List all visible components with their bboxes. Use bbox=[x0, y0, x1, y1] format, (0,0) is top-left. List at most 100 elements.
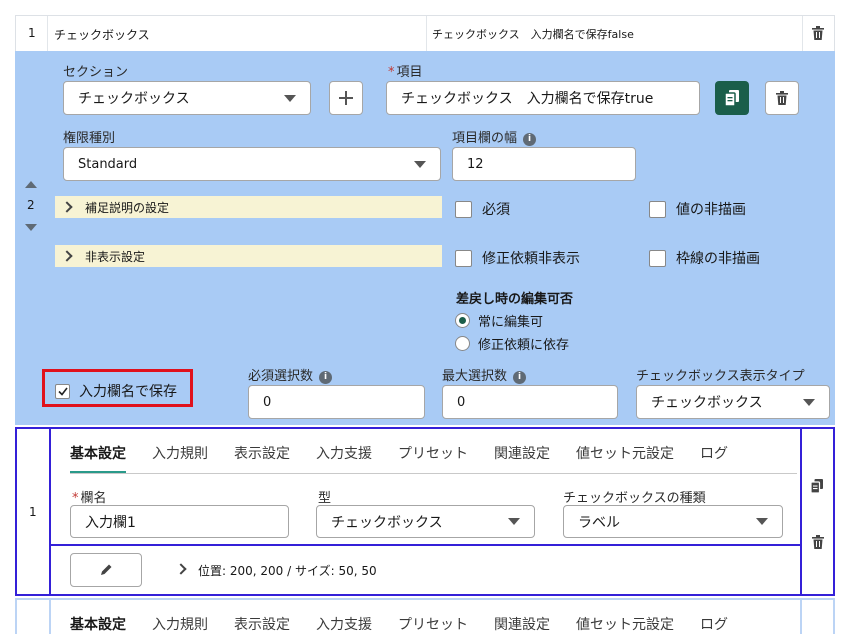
max-select-label: 最大選択数 i bbox=[442, 365, 527, 384]
section-value: チェックボックス bbox=[78, 91, 190, 107]
radio-always-editable[interactable]: 常に編集可 bbox=[455, 311, 543, 330]
no-border-render-checkbox[interactable]: 枠線の非描画 bbox=[649, 248, 760, 268]
type-select[interactable]: チェックボックス bbox=[316, 505, 535, 538]
copy-button[interactable] bbox=[715, 81, 749, 115]
move-down-icon[interactable] bbox=[25, 224, 37, 231]
item-editor: セクション チェックボックス * 項目 チェックボックス 入力欄名で保存true … bbox=[15, 51, 835, 425]
required-label: 必須 bbox=[482, 202, 510, 218]
tab-preset[interactable]: プリセット bbox=[398, 614, 468, 634]
copy-icon bbox=[725, 90, 739, 106]
section-select[interactable]: チェックボックス bbox=[63, 81, 311, 115]
accordion-help-label: 補足説明の設定 bbox=[85, 200, 170, 215]
display-type-label: チェックボックス表示タイプ bbox=[636, 369, 805, 384]
trash-icon[interactable] bbox=[812, 26, 824, 43]
copy-icon[interactable] bbox=[810, 479, 823, 497]
radio-depends-on-fix[interactable]: 修正依頼に依存 bbox=[455, 334, 569, 353]
permission-value: Standard bbox=[78, 156, 138, 172]
checkbox[interactable] bbox=[455, 200, 472, 218]
chevron-right-icon bbox=[61, 250, 73, 262]
row-name: チェックボックス bbox=[54, 28, 150, 42]
tab-display[interactable]: 表示設定 bbox=[234, 443, 290, 473]
chevron-down-icon bbox=[508, 518, 520, 525]
accordion-hidden[interactable]: 非表示設定 bbox=[55, 245, 442, 267]
section-label: セクション bbox=[63, 65, 129, 80]
tab-display[interactable]: 表示設定 bbox=[234, 614, 290, 634]
save-as-name-label: 入力欄名で保存 bbox=[79, 384, 177, 400]
radio-label: 修正依頼に依存 bbox=[478, 338, 570, 353]
max-select-input[interactable]: 0 bbox=[442, 385, 618, 419]
chevron-down-icon bbox=[414, 160, 426, 168]
tab-value-source[interactable]: 値セット元設定 bbox=[576, 614, 674, 634]
delete-item-button[interactable] bbox=[765, 81, 799, 115]
tab-basic[interactable]: 基本設定 bbox=[70, 614, 126, 634]
tab-bar-2: 基本設定 入力規則 表示設定 入力支援 プリセット 関連設定 値セット元設定 ロ… bbox=[70, 614, 754, 634]
hide-on-fix-label: 修正依頼非表示 bbox=[482, 251, 580, 267]
edit-on-return-label: 差戻し時の編集可否 bbox=[456, 292, 574, 307]
divider bbox=[51, 544, 800, 546]
width-label: 項目欄の幅 i bbox=[452, 127, 537, 146]
sub-item-panel: 1 基本設定 入力規則 表示設定 入力支援 プリセット 関連設定 値セット元設定… bbox=[15, 427, 835, 596]
item-input[interactable]: チェックボックス 入力欄名で保存true bbox=[386, 81, 700, 115]
name-label: * 欄名 bbox=[72, 491, 107, 506]
name-input[interactable]: 入力欄1 bbox=[70, 505, 289, 538]
divider bbox=[800, 427, 802, 596]
radio-button[interactable] bbox=[455, 336, 470, 351]
divider bbox=[800, 600, 802, 634]
radio-button[interactable] bbox=[455, 313, 470, 328]
tab-related[interactable]: 関連設定 bbox=[494, 614, 550, 634]
row-index: 1 bbox=[28, 26, 36, 40]
tab-basic[interactable]: 基本設定 bbox=[70, 443, 126, 473]
width-value: 12 bbox=[467, 156, 484, 172]
cb-type-select[interactable]: ラベル bbox=[563, 505, 783, 538]
checkbox[interactable] bbox=[649, 200, 666, 218]
chevron-right-icon bbox=[61, 201, 73, 213]
add-section-button[interactable] bbox=[329, 81, 363, 115]
tab-value-source[interactable]: 値セット元設定 bbox=[576, 443, 674, 473]
sub-item-panel-2: 基本設定 入力規則 表示設定 入力支援 プリセット 関連設定 値セット元設定 ロ… bbox=[15, 598, 835, 634]
accordion-help[interactable]: 補足説明の設定 bbox=[55, 196, 442, 218]
display-type-value: チェックボックス bbox=[651, 395, 763, 411]
plus-icon bbox=[339, 91, 353, 105]
min-select-input[interactable]: 0 bbox=[248, 385, 425, 419]
min-select-label: 必須選択数 i bbox=[248, 365, 333, 384]
save-as-name-checkbox[interactable]: 入力欄名で保存 bbox=[55, 381, 177, 401]
name-value: 入力欄1 bbox=[85, 514, 136, 531]
move-up-icon[interactable] bbox=[25, 181, 37, 188]
radio-label: 常に編集可 bbox=[478, 315, 544, 330]
tab-log[interactable]: ログ bbox=[700, 614, 728, 634]
info-icon: i bbox=[513, 371, 527, 384]
min-select-value: 0 bbox=[263, 394, 272, 410]
cb-type-value: ラベル bbox=[578, 514, 620, 531]
tab-validation[interactable]: 入力規則 bbox=[152, 443, 208, 473]
required-checkbox[interactable]: 必須 bbox=[455, 199, 510, 219]
chevron-right-icon[interactable] bbox=[175, 563, 187, 575]
trash-icon bbox=[776, 91, 788, 105]
check-icon bbox=[57, 387, 68, 396]
width-input[interactable]: 12 bbox=[452, 147, 636, 181]
no-border-render-label: 枠線の非描画 bbox=[676, 251, 760, 267]
tab-log[interactable]: ログ bbox=[700, 443, 728, 473]
divider bbox=[426, 16, 427, 52]
no-value-render-checkbox[interactable]: 値の非描画 bbox=[649, 199, 746, 219]
permission-label: 権限種別 bbox=[63, 131, 116, 146]
display-type-select[interactable]: チェックボックス bbox=[636, 385, 830, 419]
tab-underline bbox=[70, 473, 797, 474]
item-row-1[interactable]: 1 チェックボックス チェックボックス 入力欄名で保存false bbox=[15, 15, 835, 52]
max-select-value: 0 bbox=[457, 394, 466, 410]
divider bbox=[802, 16, 803, 52]
permission-select[interactable]: Standard bbox=[63, 147, 441, 181]
tab-input-support[interactable]: 入力支援 bbox=[316, 614, 372, 634]
tab-preset[interactable]: プリセット bbox=[398, 443, 468, 473]
checkbox[interactable] bbox=[455, 249, 472, 267]
item-value: チェックボックス 入力欄名で保存true bbox=[401, 91, 654, 107]
item-label: * 項目 bbox=[388, 65, 423, 80]
hide-on-fix-checkbox[interactable]: 修正依頼非表示 bbox=[455, 248, 580, 268]
tab-related[interactable]: 関連設定 bbox=[494, 443, 550, 473]
trash-icon[interactable] bbox=[812, 535, 824, 553]
edit-button[interactable] bbox=[70, 553, 142, 587]
checkbox[interactable] bbox=[55, 383, 70, 399]
tab-input-support[interactable]: 入力支援 bbox=[316, 443, 372, 473]
checkbox[interactable] bbox=[649, 249, 666, 267]
tab-validation[interactable]: 入力規則 bbox=[152, 614, 208, 634]
chevron-down-icon bbox=[756, 518, 768, 525]
